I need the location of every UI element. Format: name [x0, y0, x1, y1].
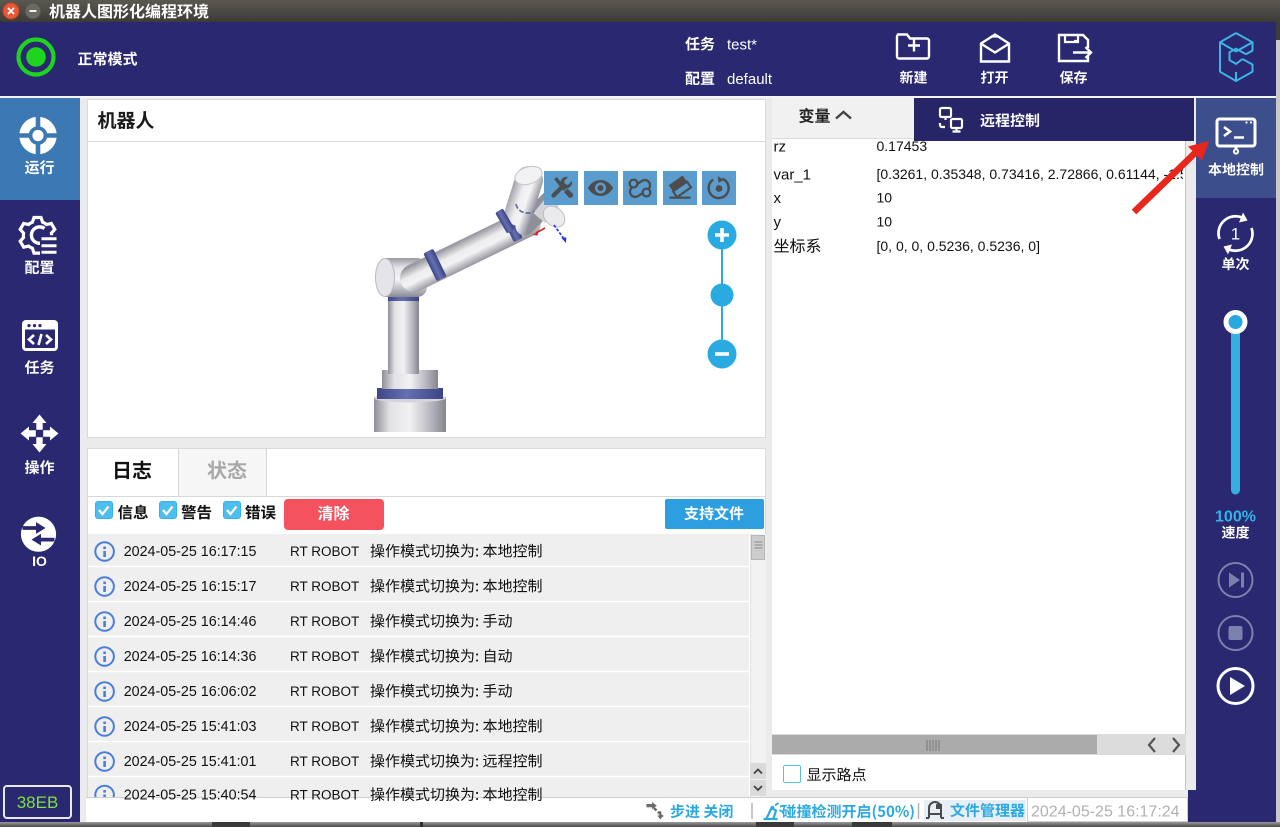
svg-text:1: 1: [1231, 225, 1240, 244]
